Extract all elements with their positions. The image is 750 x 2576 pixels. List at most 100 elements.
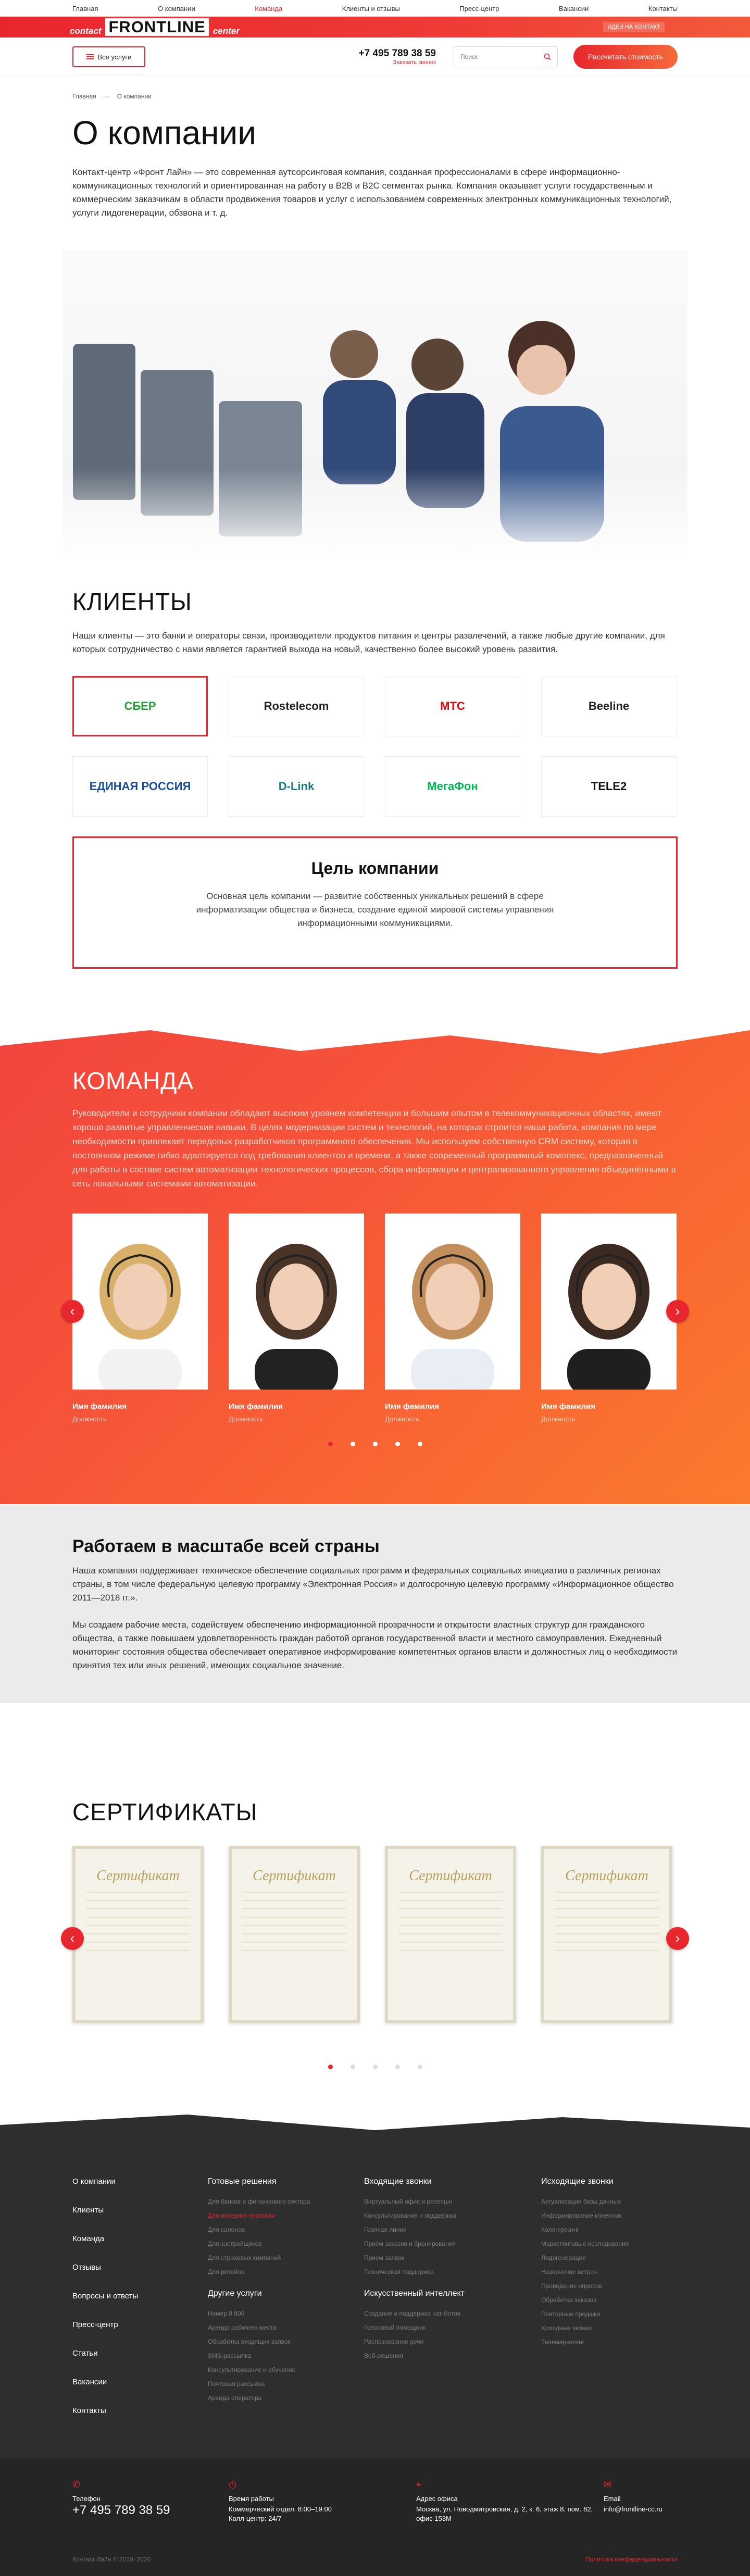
footer-main-link[interactable]: Клиенты [72, 2206, 208, 2215]
footer-link[interactable]: Актуализация базы данных [541, 2198, 678, 2205]
footer-link[interactable]: Колл-трекинг [541, 2226, 678, 2233]
team-dot-4[interactable] [395, 1442, 400, 1446]
cert-dot-1[interactable] [328, 2065, 333, 2069]
footer-link[interactable]: Приём заказов и бронирования [364, 2240, 541, 2247]
cert-dot-4[interactable] [395, 2065, 400, 2069]
footer-link[interactable]: Лидогенерация [541, 2254, 678, 2261]
footer-link[interactable]: Создание и поддержка чат-ботов [364, 2310, 541, 2317]
team-member[interactable]: Имя фамилия Должность [541, 1214, 677, 1423]
footer-link[interactable]: Для ритейла [208, 2268, 364, 2275]
search-input[interactable] [460, 53, 544, 60]
team-dot-3[interactable] [372, 1442, 378, 1446]
team-dot-5[interactable] [417, 1442, 422, 1446]
footer-link[interactable]: Аренда оператора [208, 2394, 364, 2402]
footer-email[interactable]: info@frontline-cc.ru [604, 2505, 678, 2514]
footer-link[interactable]: Почтовая рассылка [208, 2380, 364, 2387]
logo[interactable]: contact FRONTLINE center [70, 18, 240, 36]
team-member[interactable]: Имя фамилия Должность [229, 1214, 364, 1423]
footer-link[interactable]: Для интернет-торговли [208, 2212, 364, 2219]
footer-main-link[interactable]: Статьи [72, 2349, 208, 2358]
footer-link[interactable]: Маркетинговые исследования [541, 2240, 678, 2247]
footer-link[interactable]: Обработка заказов [541, 2296, 678, 2304]
breadcrumb-home[interactable]: Главная [72, 93, 96, 100]
client-logo[interactable]: Beeline [541, 676, 677, 736]
privacy-policy-link[interactable]: Политика конфиденциальности [585, 2556, 678, 2563]
footer-link[interactable]: Горячая линия [364, 2226, 541, 2233]
cert-dot-5[interactable] [417, 2065, 422, 2069]
certificate-card[interactable]: Сертификат [385, 1846, 516, 2023]
client-logo[interactable]: СБЕР [72, 676, 208, 736]
certificate-card[interactable]: Сертификат [229, 1846, 360, 2023]
footer-link[interactable]: Номер 8 800 [208, 2310, 364, 2317]
footer-link[interactable]: Для страховых компаний [208, 2254, 364, 2261]
client-logo[interactable]: МТС [385, 676, 520, 736]
client-logo[interactable]: ЕДИНАЯ РОССИЯ [72, 756, 208, 817]
footer-link[interactable]: Распознавание речи [364, 2338, 541, 2345]
client-logo[interactable]: МегаФон [385, 756, 520, 817]
topnav-item[interactable]: Пресс-центр [459, 5, 499, 12]
team-next-arrow[interactable]: › [666, 1300, 689, 1323]
footer-link[interactable]: Для банков и финансового сектора [208, 2198, 364, 2205]
email-label: Email [604, 2495, 621, 2503]
topnav-item[interactable]: Контакты [648, 5, 678, 12]
footer-link[interactable]: Обработка входящих заявок [208, 2338, 364, 2345]
footer-link[interactable]: Назначение встреч [541, 2268, 678, 2275]
footer-link[interactable]: Техническая поддержка [364, 2268, 541, 2275]
footer-main-link[interactable]: Контакты [72, 2406, 208, 2415]
footer-link[interactable]: Холодные звонки [541, 2324, 678, 2332]
team-dot-2[interactable] [350, 1442, 355, 1446]
footer-link[interactable]: Для застройщиков [208, 2240, 364, 2247]
topnav-item[interactable]: Вакансии [559, 5, 589, 12]
footer-link[interactable]: Повторные продажи [541, 2310, 678, 2318]
topnav-item[interactable]: Клиенты и отзывы [342, 5, 400, 12]
footer-link[interactable]: Виртуальный офис и ресепшн [364, 2198, 541, 2205]
certificate-card[interactable]: Сертификат [541, 1846, 672, 2023]
topnav-item[interactable]: О компании [158, 5, 195, 12]
certs-next-arrow[interactable]: › [666, 1927, 689, 1950]
client-logo-name: МТС [440, 699, 465, 712]
footer-link[interactable]: Веб-решения [364, 2352, 541, 2359]
footer-link[interactable]: Аренда рабочего места [208, 2324, 364, 2331]
search-box[interactable] [454, 46, 558, 67]
footer-main-link[interactable]: Команда [72, 2234, 208, 2243]
cert-dot-3[interactable] [372, 2065, 378, 2069]
footer-link[interactable]: Для салонов [208, 2226, 364, 2233]
search-icon[interactable] [544, 53, 551, 60]
footer-link[interactable]: Информирование клиентов [541, 2212, 678, 2219]
client-logo[interactable]: D-Link [229, 756, 364, 817]
footer-link[interactable]: Прием заявок [364, 2254, 541, 2261]
header-phone[interactable]: +7 495 789 38 59 [359, 48, 436, 59]
client-logo-name: СБЕР [124, 699, 156, 712]
footer-main-link[interactable]: Пресс-центр [72, 2320, 208, 2329]
footer-phone[interactable]: +7 495 789 38 59 [72, 2504, 229, 2517]
certificate-card[interactable]: Сертификат [72, 1846, 204, 2023]
certificate-line [555, 1900, 659, 1901]
footer-main-link[interactable]: Вопросы и ответы [72, 2292, 208, 2300]
footer-main-link[interactable]: Вакансии [72, 2378, 208, 2386]
client-logo[interactable]: Rostelecom [229, 676, 364, 736]
team-prev-arrow[interactable]: ‹ [61, 1300, 84, 1323]
footer-main-links: О компании Клиенты Команда Отзывы Вопросы и … [72, 2177, 208, 2435]
topnav-item[interactable]: Главная [72, 5, 98, 12]
footer-bottom: ✆ Телефон +7 495 789 38 59 ◷ Время работ… [0, 2458, 750, 2576]
footer-link[interactable]: Проведение опросов [541, 2282, 678, 2290]
menu-icon [86, 54, 94, 59]
footer-main-link[interactable]: О компании [72, 2177, 208, 2186]
team-member[interactable]: Имя фамилия Должность [385, 1214, 520, 1423]
footer-link[interactable]: Голосовой помощник [364, 2324, 541, 2331]
client-logo[interactable]: TELE2 [541, 756, 677, 817]
footer-link[interactable]: Консультирование и поддержка [364, 2212, 541, 2219]
footer-link[interactable]: Телемаркетинг [541, 2339, 678, 2346]
cert-dot-2[interactable] [350, 2065, 355, 2069]
footer-link[interactable]: Консультирование и обучение [208, 2366, 364, 2373]
callback-link[interactable]: Заказать звонок [359, 59, 436, 66]
calculate-cost-button[interactable]: Рассчитать стоимость [573, 45, 678, 69]
topnav-item[interactable]: Команда [255, 5, 282, 12]
all-services-button[interactable]: Все услуги [72, 46, 145, 67]
certs-prev-arrow[interactable]: ‹ [61, 1927, 84, 1950]
team-dot-1[interactable] [328, 1442, 333, 1446]
team-member[interactable]: Имя фамилия Должность [72, 1214, 208, 1423]
footer-main-link[interactable]: Отзывы [72, 2263, 208, 2272]
certificate-line [242, 1917, 346, 1918]
footer-link[interactable]: SMS-рассылка [208, 2352, 364, 2359]
